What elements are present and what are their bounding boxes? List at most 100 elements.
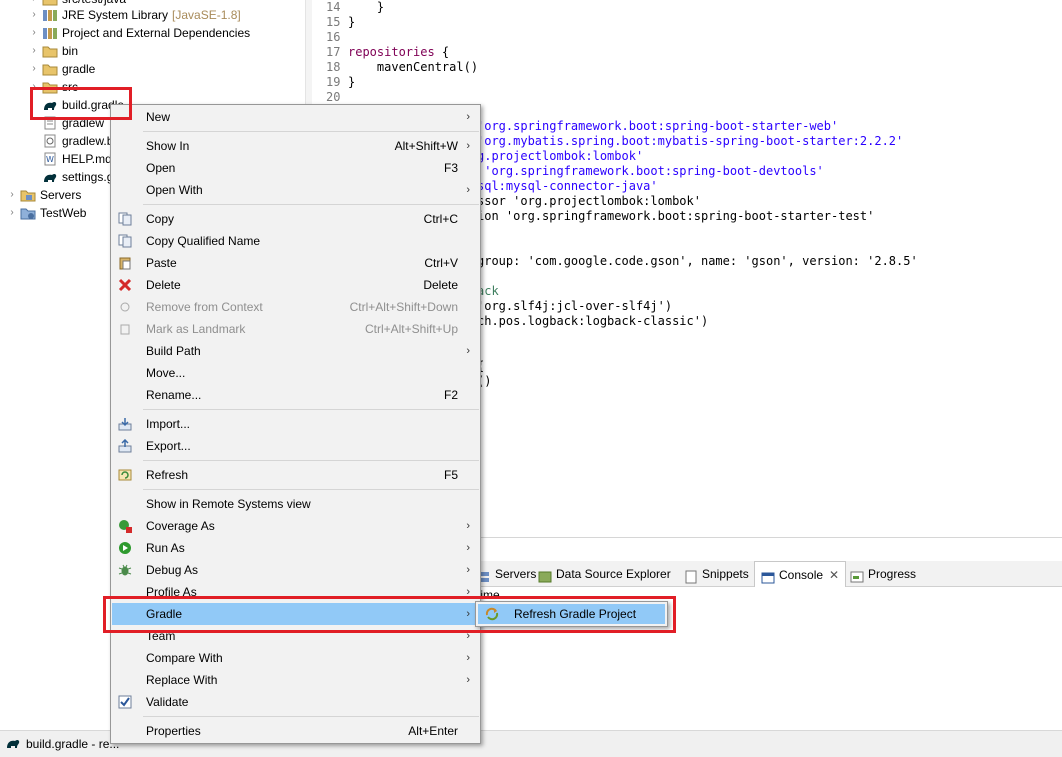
menu-item-rename[interactable]: Rename... F2: [112, 384, 479, 406]
menu-item-remove-from-context: Remove from Context Ctrl+Alt+Shift+Down: [112, 296, 479, 318]
import-icon: [117, 416, 133, 432]
gradle-file-icon: [6, 737, 20, 752]
export-icon: [117, 438, 133, 454]
menu-item-properties[interactable]: Properties Alt+Enter: [112, 720, 479, 742]
menu-item-move[interactable]: Move...: [112, 362, 479, 384]
submenu-arrow-icon: ›: [466, 140, 470, 152]
menu-item-import[interactable]: Import...: [112, 413, 479, 435]
tree-item-label: Project and External Dependencies: [62, 26, 251, 40]
menu-item-paste[interactable]: Paste Ctrl+V: [112, 252, 479, 274]
close-icon[interactable]: ✕: [829, 562, 839, 588]
menu-item-refresh[interactable]: Refresh F5: [112, 464, 479, 486]
expand-arrow-icon[interactable]: ›: [28, 60, 40, 78]
code-line: 19}: [326, 75, 356, 89]
tree-item-label: JRE System Library: [62, 8, 169, 22]
menu-item-build-path[interactable]: Build Path ›: [112, 340, 479, 362]
paste-icon: [117, 255, 133, 271]
copy-icon: [117, 211, 133, 227]
code-fragment: 'org.springframework.boot:spring-boot-de…: [477, 164, 824, 178]
tree-item-label: HELP.md: [62, 152, 112, 166]
tree-item-label: Servers: [40, 188, 82, 202]
code-fragment: ch.pos.logback:logback-classic'): [477, 314, 709, 328]
expand-arrow-icon[interactable]: ›: [6, 186, 18, 204]
menu-item-delete[interactable]: Delete Delete: [112, 274, 479, 296]
menu-item-mark-as-landmark: Mark as Landmark Ctrl+Alt+Shift+Up: [112, 318, 479, 340]
submenu-arrow-icon: ›: [466, 184, 470, 196]
code-fragment: group: 'com.google.code.gson', name: 'gs…: [477, 254, 918, 268]
submenu-arrow-icon: ›: [466, 345, 470, 357]
remove-context-icon: [117, 299, 133, 315]
coverage-icon: [117, 518, 133, 534]
menu-separator: [143, 716, 479, 717]
menu-item-replace-with[interactable]: Replace With ›: [112, 669, 479, 691]
menu-separator: [143, 460, 479, 461]
tree-item-bin[interactable]: › bin: [28, 42, 78, 60]
highlight-box-gradle-refresh: [103, 596, 676, 633]
menu-item-compare-with[interactable]: Compare With ›: [112, 647, 479, 669]
run-icon: [117, 540, 133, 556]
tree-item-servers[interactable]: › Servers: [6, 186, 81, 204]
code-fragment: ion 'org.springframework.boot:spring-boo…: [477, 209, 875, 223]
tree-item-label: TestWeb: [40, 206, 87, 220]
submenu-arrow-icon: ›: [466, 674, 470, 686]
tree-item-label: bin: [62, 44, 79, 58]
tab-snippets[interactable]: Snippets: [684, 561, 749, 587]
menu-item-copy[interactable]: Copy Ctrl+C: [112, 208, 479, 230]
tree-item-gradle-folder[interactable]: › gradle: [28, 60, 95, 78]
submenu-arrow-icon: ›: [466, 652, 470, 664]
folder-icon: [42, 43, 58, 59]
svg-text:W: W: [46, 155, 54, 164]
code-line: 18 mavenCentral(): [326, 60, 479, 74]
console-icon: [761, 568, 775, 583]
menu-item-new[interactable]: New ›: [112, 106, 479, 128]
project-icon: [20, 205, 36, 221]
submenu-arrow-icon: ›: [466, 564, 470, 576]
tree-item-jre-system-library[interactable]: › JRE System Library [JavaSE-1.8]: [28, 6, 241, 24]
menu-item-open-with[interactable]: Open With ›: [112, 179, 479, 201]
menu-item-copy-qualified-name[interactable]: Copy Qualified Name: [112, 230, 479, 252]
tab-servers[interactable]: Servers: [477, 561, 536, 587]
status-text: build.gradle - re...: [26, 737, 120, 751]
code-fragment: sql:mysql-connector-java': [477, 179, 658, 193]
submenu-arrow-icon: ›: [466, 542, 470, 554]
library-icon: [42, 25, 58, 41]
submenu-arrow-icon: ›: [466, 111, 470, 123]
data-source-icon: [538, 567, 552, 583]
menu-item-open[interactable]: Open F3: [112, 157, 479, 179]
validate-check-icon: [117, 694, 133, 710]
code-line: 20: [326, 90, 341, 104]
menu-item-run-as[interactable]: Run As ›: [112, 537, 479, 559]
menu-item-coverage-as[interactable]: Coverage As ›: [112, 515, 479, 537]
code-line: 17 repositories {: [326, 45, 450, 59]
progress-icon: [850, 567, 864, 583]
tree-item-testweb[interactable]: › TestWeb: [6, 204, 86, 222]
expand-arrow-icon[interactable]: ›: [28, 42, 40, 60]
menu-item-export[interactable]: Export...: [112, 435, 479, 457]
tree-item-decoration: [JavaSE-1.8]: [172, 8, 241, 22]
bat-file-icon: [42, 133, 58, 149]
expand-arrow-icon[interactable]: ›: [28, 24, 40, 42]
copy-qualified-icon: [117, 233, 133, 249]
snippets-icon: [684, 567, 698, 584]
expand-arrow-icon[interactable]: ›: [6, 204, 18, 222]
md-file-icon: W: [42, 151, 58, 167]
library-icon: [42, 7, 58, 23]
tree-item-help-md[interactable]: W HELP.md: [40, 150, 112, 168]
tree-item-label: gradle: [62, 62, 96, 76]
tab-progress[interactable]: Progress: [850, 561, 916, 587]
gradle-file-icon: [42, 169, 58, 185]
submenu-arrow-icon: ›: [466, 520, 470, 532]
menu-item-show-in[interactable]: Show In Alt+Shift+W ›: [112, 135, 479, 157]
menu-item-show-in-remote-systems[interactable]: Show in Remote Systems view: [112, 493, 479, 515]
menu-separator: [143, 204, 479, 205]
menu-item-validate[interactable]: Validate: [112, 691, 479, 713]
menu-item-debug-as[interactable]: Debug As ›: [112, 559, 479, 581]
tab-data-source-explorer[interactable]: Data Source Explorer: [538, 561, 671, 587]
code-fragment: 'org.slf4j:jcl-over-slf4j'): [477, 299, 673, 313]
delete-icon: [117, 277, 133, 293]
code-fragment: 'org.mybatis.spring.boot:mybatis-spring-…: [477, 134, 904, 148]
tree-item-project-dependencies[interactable]: › Project and External Dependencies: [28, 24, 250, 42]
tab-console[interactable]: Console ✕: [754, 561, 847, 588]
expand-arrow-icon[interactable]: ›: [28, 6, 40, 24]
debug-icon: [117, 562, 133, 578]
